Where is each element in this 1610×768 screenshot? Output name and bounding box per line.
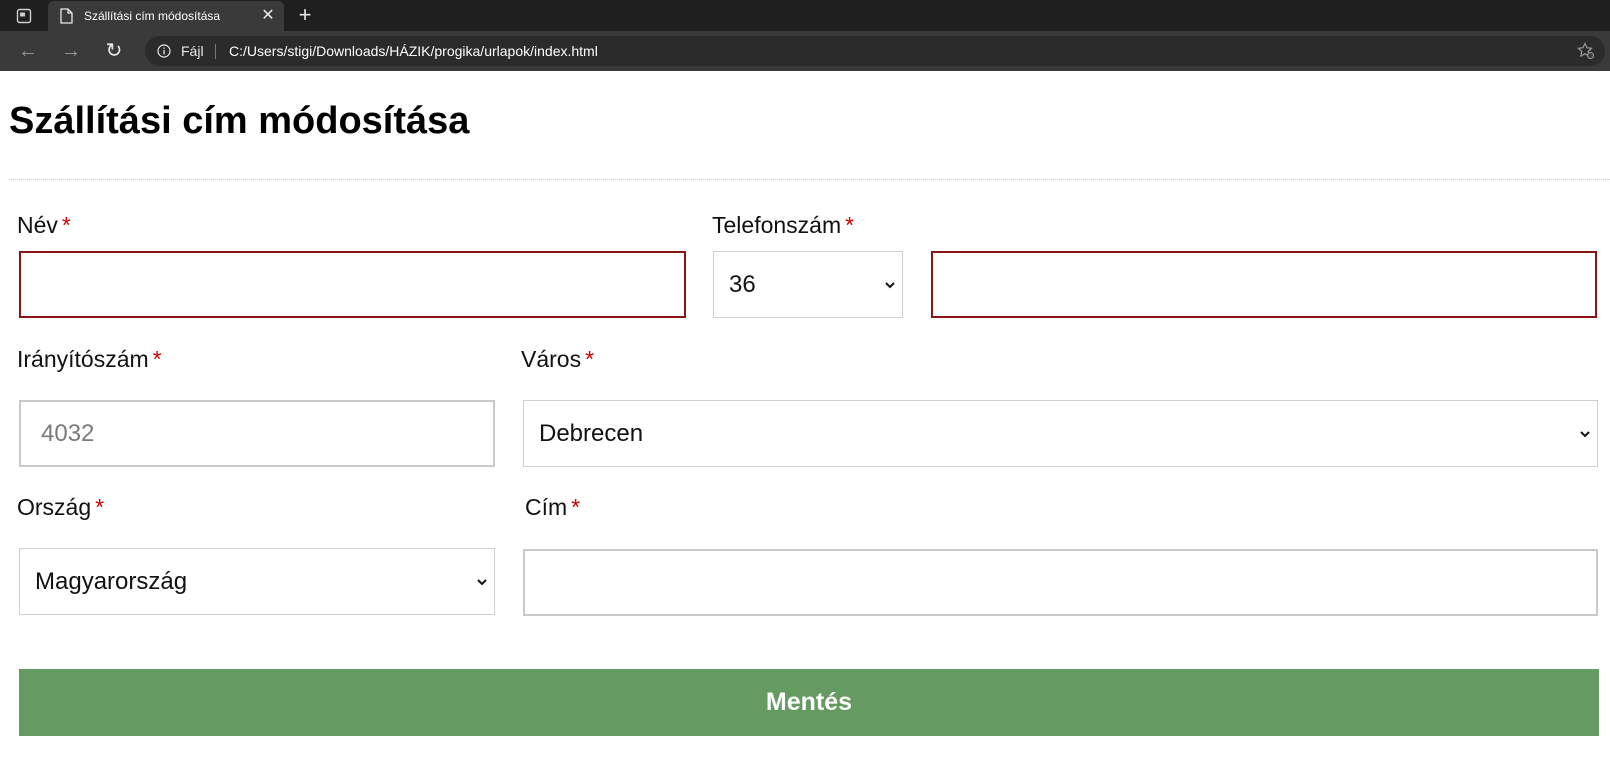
phone-country-code-select[interactable]: 36: [713, 251, 903, 318]
country-select[interactable]: Magyarország: [19, 548, 495, 615]
required-marker: *: [845, 212, 855, 238]
address-input[interactable]: [523, 549, 1598, 616]
country-label: Ország *: [17, 494, 105, 520]
phone-input[interactable]: [931, 251, 1597, 318]
document-icon: [60, 8, 73, 24]
close-icon[interactable]: ✕: [258, 6, 278, 26]
name-label: Név *: [17, 212, 71, 238]
forward-icon[interactable]: →: [60, 40, 82, 62]
phone-label: Telefonszám *: [712, 212, 855, 238]
country-value: Magyarország: [35, 567, 188, 595]
browser-tab[interactable]: Szállítási cím módosítása ✕: [48, 1, 284, 31]
city-value: Debrecen: [539, 419, 644, 447]
required-marker: *: [61, 212, 71, 238]
favorite-star-icon[interactable]: [1577, 42, 1595, 60]
country-code-value: 36: [729, 270, 756, 298]
address-separator: [215, 44, 216, 59]
required-marker: *: [152, 346, 162, 372]
chevron-down-icon: [885, 281, 895, 288]
chevron-down-icon: [477, 578, 487, 585]
browser-tab-bar: Szállítási cím módosítása ✕ +: [0, 0, 1610, 31]
name-input[interactable]: [19, 251, 686, 318]
zip-label: Irányítószám *: [17, 346, 162, 372]
page-title: Szállítási cím módosítása: [9, 100, 470, 142]
chevron-down-icon: [1580, 430, 1590, 437]
back-icon[interactable]: ←: [17, 40, 39, 62]
title-divider: [9, 179, 1610, 180]
address-url[interactable]: C:/Users/stigi/Downloads/HÁZIK/progika/u…: [229, 43, 598, 59]
address-scheme: Fájl: [181, 43, 204, 59]
required-marker: *: [585, 346, 595, 372]
new-tab-icon[interactable]: +: [294, 4, 316, 26]
address-label: Cím *: [525, 494, 581, 520]
zip-input[interactable]: [19, 400, 495, 467]
info-icon[interactable]: [157, 44, 171, 58]
reload-icon[interactable]: ↻: [103, 40, 125, 62]
save-button[interactable]: Mentés: [19, 669, 1599, 736]
city-select[interactable]: Debrecen: [523, 400, 1598, 467]
city-label: Város *: [521, 346, 595, 372]
required-marker: *: [95, 494, 105, 520]
required-marker: *: [571, 494, 581, 520]
tab-title: Szállítási cím módosítása: [84, 9, 221, 23]
browser-toolbar: ← → ↻ Fájl C:/Users/stigi/Downloads/HÁZI…: [0, 31, 1610, 71]
address-bar[interactable]: Fájl C:/Users/stigi/Downloads/HÁZIK/prog…: [145, 36, 1605, 66]
tab-actions-icon[interactable]: [10, 6, 40, 26]
